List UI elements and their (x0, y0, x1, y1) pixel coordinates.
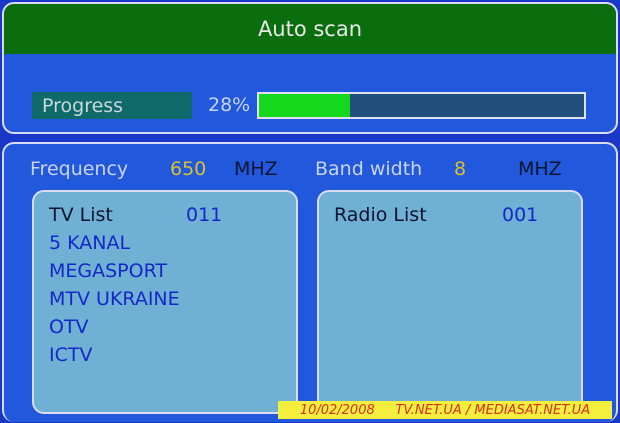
channel-item: OTV (49, 316, 89, 338)
bandwidth-unit: MHZ (518, 158, 562, 180)
tv-list-label: TV List (49, 204, 113, 226)
tv-list-count: 011 (186, 204, 223, 226)
progress-bar (257, 92, 586, 119)
progress-bar-fill (259, 94, 350, 117)
frequency-label: Frequency (30, 158, 129, 180)
radio-list-label: Radio List (334, 204, 427, 226)
frequency-unit: MHZ (234, 158, 278, 180)
progress-percent: 28% (208, 94, 251, 116)
frequency-value: 650 (170, 158, 207, 180)
scan-results-panel: Frequency 650 MHZ Band width 8 MHZ TV Li… (2, 142, 618, 422)
tv-list-box: TV List 011 5 KANAL MEGASPORT MTV UKRAIN… (32, 190, 298, 414)
bandwidth-label: Band width (315, 158, 423, 180)
bandwidth-value: 8 (454, 158, 467, 180)
channel-item: ICTV (49, 344, 93, 366)
watermark-caption: 10/02/2008 TV.NET.UA / MEDIASAT.NET.UA (278, 401, 612, 419)
channel-item: 5 KANAL (49, 232, 131, 254)
progress-label: Progress (32, 92, 192, 119)
channel-item: MTV UKRAINE (49, 288, 180, 310)
channel-item: MEGASPORT (49, 260, 168, 282)
window-title: Auto scan (4, 4, 616, 54)
scan-status-panel: Auto scan Progress 28% (2, 2, 618, 134)
radio-list-box: Radio List 001 (317, 190, 583, 414)
radio-list-count: 001 (502, 204, 539, 226)
